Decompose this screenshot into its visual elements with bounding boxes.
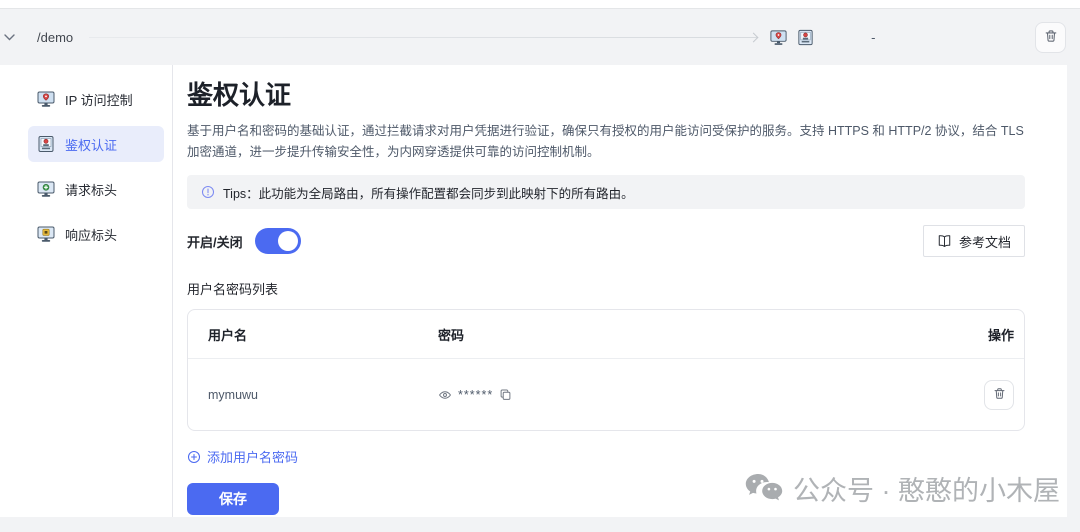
plus-circle-icon [187,450,201,464]
credentials-table: 用户名 密码 操作 mymuwu ****** [187,309,1025,431]
password-mask: ****** [458,391,493,399]
copy-icon[interactable] [499,388,512,401]
monitor-plus-icon [36,179,56,199]
delete-mapping-button[interactable] [1035,22,1066,53]
page-title: 鉴权认证 [187,79,1025,111]
target-label: - [871,30,875,45]
auth-panel: 鉴权认证 基于用户名和密码的基础认证，通过拦截请求对用户凭据进行验证，确保只有授… [173,65,1067,517]
col-header-actions: 操作 [924,325,1024,344]
settings-card: IP 访问控制 鉴权认证 请求标头 响应标头 鉴权认证 基于用户名和密码的基础认… [0,65,1067,517]
mapping-header: /demo - [0,9,1080,65]
sidebar-item-label: 请求标头 [65,180,117,199]
col-header-username: 用户名 [188,325,438,344]
sidebar-item-response-headers[interactable]: 响应标头 [28,216,164,252]
chevron-down-icon[interactable] [4,34,15,41]
actions-cell [924,380,1024,410]
save-button[interactable]: 保存 [187,483,279,515]
col-header-password: 密码 [438,325,924,344]
top-divider [0,0,1080,9]
monitor-tag-icon [36,224,56,244]
table-header-row: 用户名 密码 操作 [188,310,1024,359]
add-link-label: 添加用户名密码 [207,447,298,466]
credentials-list-label: 用户名密码列表 [187,279,1025,298]
book-icon [937,234,952,248]
reference-docs-button[interactable]: 参考文档 [923,225,1025,257]
sidebar-item-label: 鉴权认证 [65,135,117,154]
toggle-row: 开启/关闭 参考文档 [187,225,1025,257]
auth-badge-icon [796,28,815,47]
flow-arrow [89,34,757,41]
sidebar-item-ip-access-control[interactable]: IP 访问控制 [28,81,164,117]
username-cell: mymuwu [188,388,438,402]
tips-banner: Tips：此功能为全局路由，所有操作配置都会同步到此映射下的所有路由。 [187,175,1025,209]
toggle-label: 开启/关闭 [187,232,243,251]
page-description: 基于用户名和密码的基础认证，通过拦截请求对用户凭据进行验证，确保只有授权的用户能… [187,121,1025,163]
sidebar-item-label: IP 访问控制 [65,90,133,109]
auth-badge-icon [36,134,56,154]
table-row: mymuwu ****** [188,359,1024,430]
add-credential-link[interactable]: 添加用户名密码 [187,447,298,466]
eye-icon[interactable] [438,388,452,402]
password-cell: ****** [438,388,924,402]
delete-credential-button[interactable] [984,380,1014,410]
info-icon [201,185,215,199]
trash-icon [1044,29,1058,46]
monitor-pin-icon [769,28,788,47]
toggle-knob [278,231,298,251]
tips-text: Tips：此功能为全局路由，所有操作配置都会同步到此映射下的所有路由。 [223,183,634,202]
sidebar-item-authentication[interactable]: 鉴权认证 [28,126,164,162]
settings-sidebar: IP 访问控制 鉴权认证 请求标头 响应标头 [0,65,173,517]
trash-icon [993,387,1006,403]
docs-button-label: 参考文档 [959,232,1011,251]
enable-toggle[interactable] [255,228,301,254]
sidebar-item-label: 响应标头 [65,225,117,244]
monitor-pin-icon [36,89,56,109]
route-path: /demo [37,30,73,45]
sidebar-item-request-headers[interactable]: 请求标头 [28,171,164,207]
